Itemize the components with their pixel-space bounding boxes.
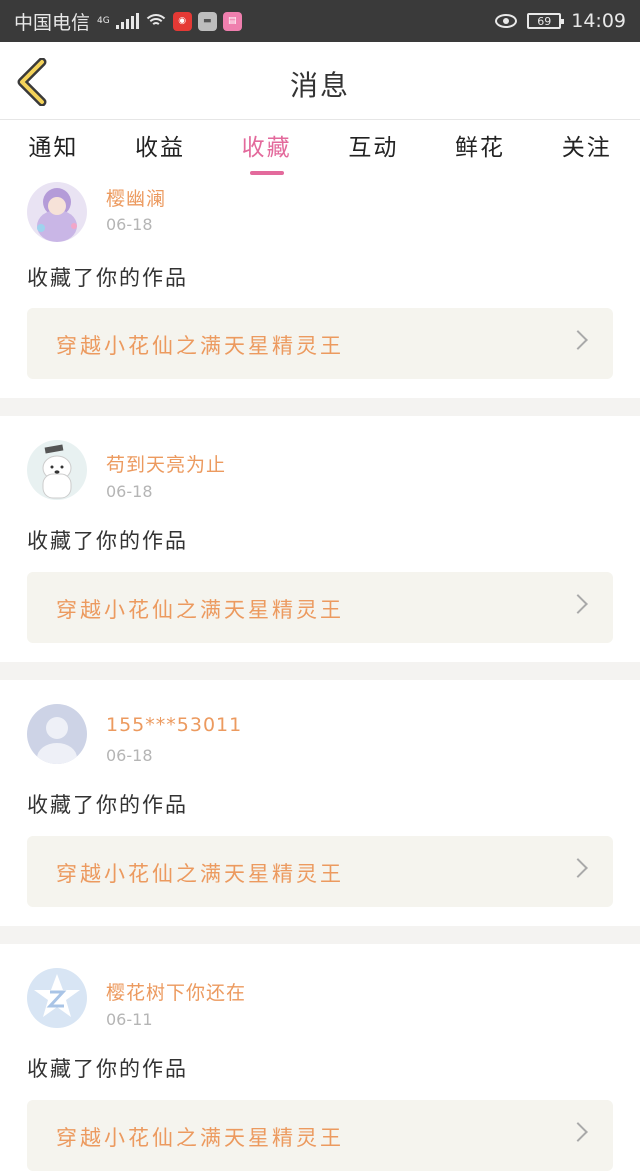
music-app-icon: ◉ bbox=[172, 11, 192, 31]
tab-flowers[interactable]: 鲜花 bbox=[427, 120, 534, 178]
default-user-avatar-icon bbox=[27, 704, 87, 764]
chevron-right-icon bbox=[568, 858, 588, 878]
tab-bar: 通知 收益 收藏 互动 鲜花 关注 bbox=[0, 120, 640, 178]
huawei-app-icon: ▬ bbox=[197, 11, 217, 31]
work-card[interactable]: 穿越小花仙之满天星精灵王 bbox=[27, 1100, 613, 1171]
star-z-avatar-icon bbox=[27, 968, 87, 1028]
wifi-icon bbox=[144, 13, 167, 29]
status-bar: 中国电信 4G ◉ ▬ ▤ 69 14:09 bbox=[0, 0, 640, 42]
action-text: 收藏了你的作品 bbox=[27, 266, 188, 290]
eye-comfort-icon bbox=[495, 14, 518, 28]
chevron-right-icon bbox=[568, 330, 588, 350]
message-date: 06-18 bbox=[106, 215, 153, 234]
page-title: 消息 bbox=[289, 69, 350, 102]
message-date: 06-11 bbox=[106, 1010, 153, 1029]
clock: 14:09 bbox=[571, 10, 626, 32]
username[interactable]: 樱花树下你还在 bbox=[106, 978, 246, 1005]
work-title: 穿越小花仙之满天星精灵王 bbox=[56, 862, 344, 886]
signal-icon bbox=[115, 13, 139, 29]
username[interactable]: 155***53011 bbox=[106, 714, 242, 736]
work-card[interactable]: 穿越小花仙之满天星精灵王 bbox=[27, 572, 613, 643]
tab-favorites[interactable]: 收藏 bbox=[213, 120, 320, 178]
username[interactable]: 苟到天亮为止 bbox=[106, 450, 226, 477]
avatar[interactable] bbox=[27, 440, 87, 500]
divider bbox=[0, 926, 640, 944]
action-text: 收藏了你的作品 bbox=[27, 1057, 188, 1081]
message-date: 06-18 bbox=[106, 482, 153, 501]
polar-bear-avatar-icon bbox=[27, 440, 87, 500]
nav-header: 消息 bbox=[0, 42, 640, 120]
divider bbox=[0, 662, 640, 680]
list-item: 155***53011 06-18 收藏了你的作品 穿越小花仙之满天星精灵王 bbox=[0, 680, 640, 926]
network-type: 4G bbox=[97, 16, 110, 26]
tab-interactions[interactable]: 互动 bbox=[320, 120, 427, 178]
action-text: 收藏了你的作品 bbox=[27, 793, 188, 817]
chevron-right-icon bbox=[568, 1122, 588, 1142]
carrier-label: 中国电信 bbox=[14, 11, 91, 34]
tab-follows[interactable]: 关注 bbox=[533, 120, 640, 178]
tab-earnings[interactable]: 收益 bbox=[107, 120, 214, 178]
message-date: 06-18 bbox=[106, 746, 153, 765]
list-item: 苟到天亮为止 06-18 收藏了你的作品 穿越小花仙之满天星精灵王 bbox=[0, 416, 640, 662]
work-card[interactable]: 穿越小花仙之满天星精灵王 bbox=[27, 836, 613, 907]
work-card[interactable]: 穿越小花仙之满天星精灵王 bbox=[27, 308, 613, 379]
work-title: 穿越小花仙之满天星精灵王 bbox=[56, 598, 344, 622]
work-title: 穿越小花仙之满天星精灵王 bbox=[56, 334, 344, 358]
message-list: 樱幽澜 06-18 收藏了你的作品 穿越小花仙之满天星精灵王 苟到天亮为止 06… bbox=[0, 178, 640, 1171]
work-title: 穿越小花仙之满天星精灵王 bbox=[56, 1126, 344, 1150]
avatar[interactable] bbox=[27, 704, 87, 764]
tab-notifications[interactable]: 通知 bbox=[0, 120, 107, 178]
username[interactable]: 樱幽澜 bbox=[106, 184, 166, 211]
divider bbox=[0, 398, 640, 416]
list-item: 樱花树下你还在 06-11 收藏了你的作品 穿越小花仙之满天星精灵王 bbox=[0, 944, 640, 1171]
avatar[interactable] bbox=[27, 182, 87, 242]
chevron-right-icon bbox=[568, 594, 588, 614]
reading-app-icon: ▤ bbox=[222, 11, 242, 31]
action-text: 收藏了你的作品 bbox=[27, 529, 188, 553]
anime-girl-avatar-icon bbox=[27, 182, 87, 242]
list-item: 樱幽澜 06-18 收藏了你的作品 穿越小花仙之满天星精灵王 bbox=[0, 178, 640, 398]
avatar[interactable] bbox=[27, 968, 87, 1028]
battery-level: 69 bbox=[537, 14, 552, 28]
battery-icon: 69 bbox=[527, 13, 565, 29]
